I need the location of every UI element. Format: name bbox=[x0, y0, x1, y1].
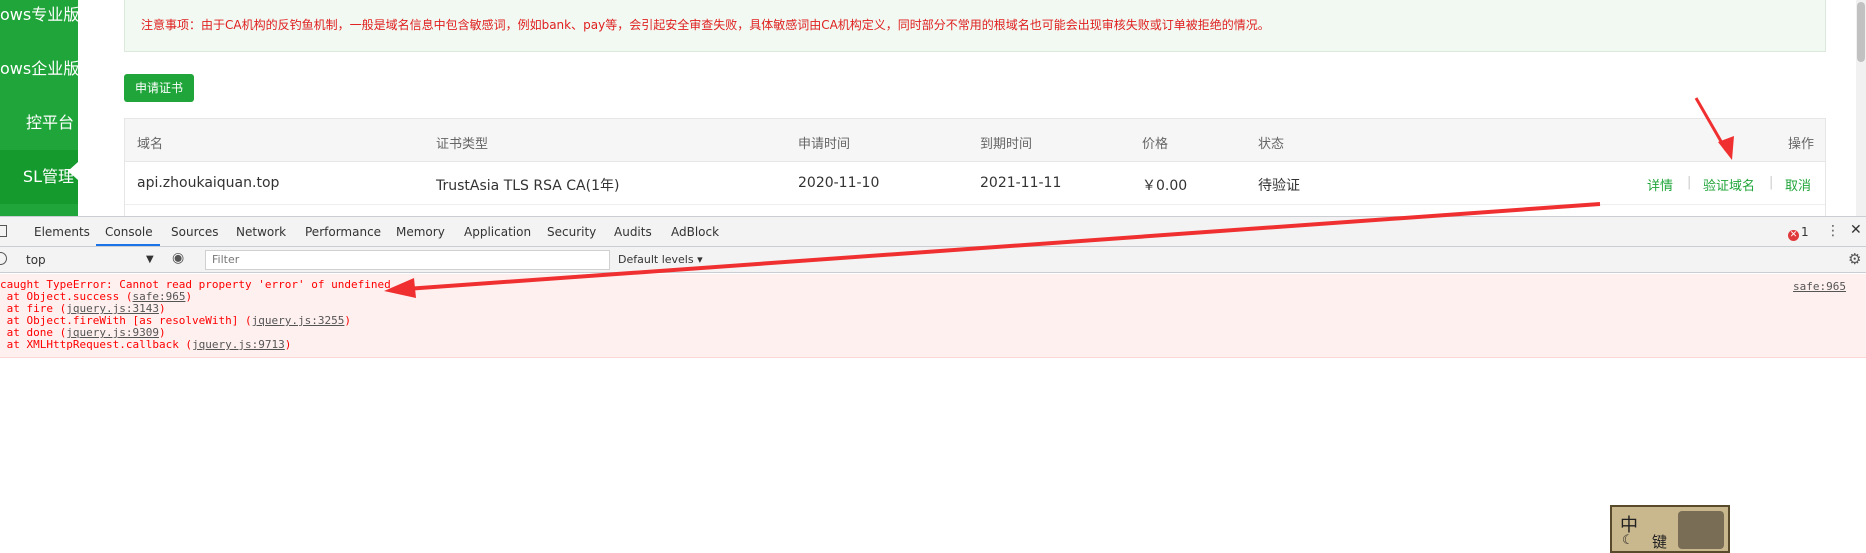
tab-memory[interactable]: Memory bbox=[396, 225, 445, 239]
col-expire-time: 到期时间 bbox=[980, 137, 1033, 152]
col-actions: 操作 bbox=[1788, 137, 1815, 152]
stack-suffix: ) bbox=[185, 290, 193, 303]
tab-adblock[interactable]: AdBlock bbox=[671, 225, 719, 239]
tab-console[interactable]: Console bbox=[105, 225, 153, 239]
sidebar-item-windows-pro[interactable]: ows专业版 bbox=[0, 0, 78, 42]
action-separator: | bbox=[1769, 175, 1774, 190]
tab-network[interactable]: Network bbox=[236, 225, 286, 239]
verify-domain-link[interactable]: 验证域名 bbox=[1703, 175, 1755, 194]
table-row: api.zhoukaiquan.top TrustAsia TLS RSA CA… bbox=[125, 162, 1825, 205]
table-header: 域名 证书类型 申请时间 到期时间 价格 状态 操作 bbox=[125, 119, 1825, 162]
col-domain: 域名 bbox=[137, 137, 164, 152]
action-separator: | bbox=[1687, 175, 1692, 190]
stack-line: at XMLHttpRequest.callback (jquery.js:97… bbox=[0, 338, 292, 351]
col-price: 价格 bbox=[1142, 137, 1169, 152]
error-counter[interactable]: ✕ 1 bbox=[1788, 225, 1809, 241]
cell-expire-time: 2021-11-11 bbox=[980, 175, 1062, 191]
sidebar-item-windows-enterprise[interactable]: ows企业版 bbox=[0, 42, 78, 96]
sidebar-item-ssl[interactable]: SL管理 bbox=[0, 150, 78, 204]
context-value: top bbox=[26, 253, 46, 267]
apply-certificate-button[interactable]: 申请证书 bbox=[124, 74, 194, 102]
dock-icon[interactable] bbox=[0, 225, 7, 237]
stack-suffix: ) bbox=[284, 338, 292, 351]
col-cert-type: 证书类型 bbox=[436, 137, 489, 152]
close-icon[interactable]: ✕ bbox=[1850, 222, 1862, 238]
cell-price: ￥0.00 bbox=[1142, 178, 1188, 194]
tab-performance[interactable]: Performance bbox=[305, 225, 381, 239]
certificate-table: 域名 证书类型 申请时间 到期时间 价格 状态 操作 api.zhoukaiqu… bbox=[124, 118, 1826, 216]
error-icon: ✕ bbox=[1788, 230, 1799, 241]
ime-skin-image bbox=[1678, 511, 1724, 549]
context-select[interactable]: top bbox=[16, 250, 160, 270]
details-link[interactable]: 详情 bbox=[1647, 175, 1673, 194]
sidebar: ows专业版 ows企业版 控平台 SL管理 bbox=[0, 0, 78, 216]
stack-link[interactable]: jquery.js:3255 bbox=[252, 314, 345, 327]
cell-apply-time: 2020-11-10 bbox=[798, 175, 880, 191]
cancel-link[interactable]: 取消 bbox=[1785, 175, 1811, 194]
chevron-down-icon: ▼ bbox=[146, 254, 154, 265]
ime-widget[interactable]: 中 ☾ 键 bbox=[1610, 505, 1730, 553]
stack-prefix: at XMLHttpRequest.callback ( bbox=[6, 338, 193, 351]
col-status: 状态 bbox=[1258, 137, 1285, 152]
moon-icon: ☾ bbox=[1622, 533, 1634, 548]
stack-suffix: ) bbox=[344, 314, 352, 327]
settings-gear-icon[interactable]: ⚙ bbox=[1848, 250, 1861, 268]
page-scrollbar-thumb[interactable] bbox=[1857, 2, 1865, 62]
sidebar-item-label: 控平台 bbox=[25, 113, 74, 132]
console-error-message: caught TypeError: Cannot read property '… bbox=[0, 274, 1866, 358]
sidebar-item-label: ows专业版 bbox=[0, 5, 78, 24]
active-tab-indicator bbox=[96, 244, 160, 246]
sidebar-item-control-panel[interactable]: 控平台 bbox=[0, 96, 78, 150]
log-levels-select[interactable]: Default levels ▾ bbox=[618, 250, 703, 270]
cell-cert-type: TrustAsia TLS RSA CA(1年) bbox=[436, 178, 620, 194]
cell-domain: api.zhoukaiquan.top bbox=[137, 175, 280, 191]
clear-console-icon[interactable] bbox=[0, 252, 7, 265]
active-indicator bbox=[68, 162, 78, 180]
tab-audits[interactable]: Audits bbox=[614, 225, 652, 239]
sidebar-item-label: ows企业版 bbox=[0, 59, 78, 78]
tab-application[interactable]: Application bbox=[464, 225, 531, 239]
tab-sources[interactable]: Sources bbox=[171, 225, 218, 239]
tab-elements[interactable]: Elements bbox=[34, 225, 90, 239]
col-apply-time: 申请时间 bbox=[798, 137, 851, 152]
tab-security[interactable]: Security bbox=[547, 225, 596, 239]
devtools-tabbar: Elements Console Sources Network Perform… bbox=[0, 217, 1866, 247]
eye-icon[interactable]: ◉ bbox=[172, 250, 184, 266]
notice-text: 注意事项：由于CA机构的反钓鱼机制，一般是域名信息中包含敏感词，例如bank、p… bbox=[141, 18, 1270, 32]
stack-link[interactable]: jquery.js:9713 bbox=[192, 338, 285, 351]
error-count-value: 1 bbox=[1801, 225, 1809, 239]
error-source-link[interactable]: safe:965 bbox=[1793, 280, 1846, 293]
sidebar-item-label: SL管理 bbox=[22, 167, 74, 186]
cell-status: 待验证 bbox=[1258, 178, 1300, 194]
console-toolbar: top ▼ ◉ Filter Default levels ▾ ⚙ bbox=[0, 247, 1866, 273]
more-options-icon[interactable]: ⋮ bbox=[1826, 223, 1840, 239]
ime-key-label: 键 bbox=[1652, 533, 1668, 551]
filter-input[interactable]: Filter bbox=[205, 250, 610, 270]
devtools-panel: Elements Console Sources Network Perform… bbox=[0, 216, 1866, 553]
